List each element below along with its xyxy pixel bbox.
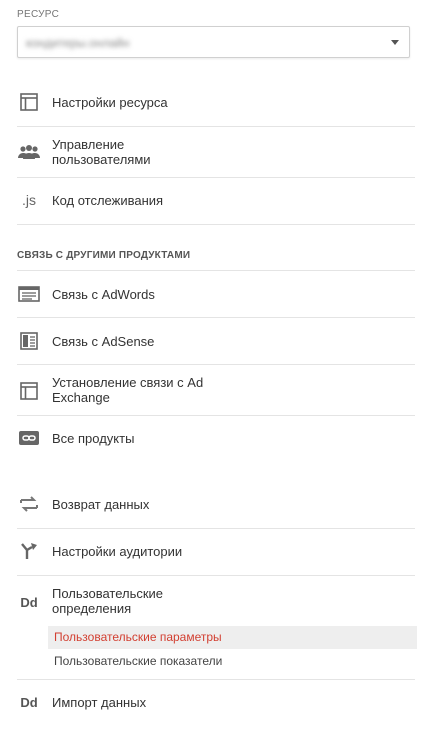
menu-item-label-line2: определения bbox=[52, 601, 132, 616]
menu-item-label: Связь с AdSense bbox=[52, 334, 155, 349]
dd-icon: Dd bbox=[20, 694, 38, 710]
chevron-down-icon[interactable] bbox=[391, 40, 399, 45]
js-icon: .js bbox=[22, 192, 36, 208]
menu-item-resource-settings[interactable]: Настройки ресурса bbox=[17, 90, 415, 114]
resource-section-label: РЕСУРС bbox=[17, 9, 60, 20]
submenu-item-custom-dimensions[interactable]: Пользовательские параметры bbox=[48, 626, 417, 649]
menu-item-label: Возврат данных bbox=[52, 497, 150, 512]
dd-icon: Dd bbox=[20, 594, 38, 610]
menu-item-label: Настройки ресурса bbox=[52, 95, 168, 110]
divider bbox=[17, 679, 415, 680]
users-icon bbox=[17, 141, 41, 165]
menu-item-adsense[interactable]: Связь с AdSense bbox=[17, 329, 415, 353]
menu-item-label-line2: Exchange bbox=[52, 390, 110, 405]
audience-icon bbox=[17, 539, 41, 563]
panel-icon bbox=[17, 90, 41, 114]
menu-item-tracking-code[interactable]: .js Код отслеживания bbox=[17, 188, 415, 212]
section-title-linking: СВЯЗЬ С ДРУГИМИ ПРОДУКТАМИ bbox=[17, 250, 191, 261]
divider bbox=[17, 270, 415, 271]
divider bbox=[17, 415, 415, 416]
resource-select-value: кондитеры.онлайн bbox=[26, 36, 130, 50]
menu-item-user-management[interactable]: Управление пользователями bbox=[17, 137, 415, 169]
menu-item-data-import[interactable]: Dd Импорт данных bbox=[17, 690, 415, 714]
data-return-icon bbox=[17, 492, 41, 516]
menu-item-label: Все продукты bbox=[52, 431, 135, 446]
divider bbox=[17, 177, 415, 178]
menu-item-audience-settings[interactable]: Настройки аудитории bbox=[17, 539, 415, 563]
link-icon bbox=[17, 426, 41, 450]
menu-item-ad-exchange[interactable]: Установление связи с Ad Exchange bbox=[17, 375, 415, 407]
menu-item-data-return[interactable]: Возврат данных bbox=[17, 492, 415, 516]
menu-item-custom-definitions[interactable]: Dd Пользовательские определения bbox=[17, 586, 415, 618]
divider bbox=[17, 364, 415, 365]
menu-item-label-line1: Пользовательские bbox=[52, 586, 164, 601]
menu-item-label: Связь с AdWords bbox=[52, 287, 155, 302]
divider bbox=[17, 528, 415, 529]
submenu-item-custom-metrics[interactable]: Пользовательские показатели bbox=[48, 650, 417, 673]
ad-exchange-icon bbox=[17, 379, 41, 403]
menu-item-label-line1: Установление связи с Ad bbox=[52, 375, 204, 390]
divider bbox=[17, 317, 415, 318]
menu-item-label-line1: Управление bbox=[52, 137, 125, 152]
resource-select[interactable]: кондитеры.онлайн bbox=[17, 26, 410, 58]
divider bbox=[17, 224, 415, 225]
menu-item-adwords[interactable]: Связь с AdWords bbox=[17, 282, 415, 306]
adsense-icon bbox=[17, 329, 41, 353]
menu-item-label: Код отслеживания bbox=[52, 193, 164, 208]
adwords-icon bbox=[17, 282, 41, 306]
menu-item-label-line2: пользователями bbox=[52, 152, 151, 167]
divider bbox=[17, 575, 415, 576]
menu-item-all-products[interactable]: Все продукты bbox=[17, 426, 415, 450]
menu-item-label: Импорт данных bbox=[52, 695, 147, 710]
menu-item-label: Настройки аудитории bbox=[52, 544, 183, 559]
divider bbox=[17, 126, 415, 127]
